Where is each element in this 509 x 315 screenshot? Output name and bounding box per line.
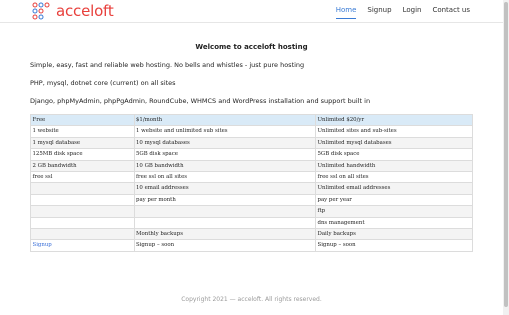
table-cell: 1 mysql database (30, 136, 135, 150)
header-unlimited: Unlimited $20/yr (315, 113, 473, 127)
table-cell: 5GB disk space (315, 148, 473, 161)
table-cell: 10 GB bandwidth (133, 159, 316, 173)
table-cell: free ssl on all sites (133, 171, 316, 184)
table-cell: Signup – soon (315, 239, 473, 252)
table-cell: 2 GB bandwidth (30, 159, 135, 173)
table-cell (30, 205, 135, 218)
table-cell: Unlimited email addresses (315, 182, 473, 195)
main-nav: Home Signup Login Contact us (325, 6, 470, 19)
nav-login[interactable]: Login (403, 6, 422, 19)
table-row: 2 GB bandwidth 10 GB bandwidth Unlimited… (30, 159, 473, 173)
scrollbar-thumb[interactable] (504, 2, 508, 307)
table-cell: Signup – soon (133, 239, 316, 252)
table-cell (30, 216, 135, 230)
nav-signup[interactable]: Signup (367, 6, 391, 19)
table-cell: 10 mysql databases (133, 136, 316, 150)
table-cell: pay per year (315, 193, 473, 207)
table-cell: Unlimited mysql databases (315, 136, 473, 150)
table-row: 10 email addresses Unlimited email addre… (30, 182, 473, 195)
table-cell: 10 email addresses (133, 182, 316, 195)
table-cell (30, 182, 135, 195)
table-cell: 5GB disk space (133, 148, 316, 161)
features-paragraph: PHP, mysql, dotnet core (current) on all… (30, 79, 176, 87)
table-cell: Unlimited handwidth (315, 159, 473, 173)
nav-contact[interactable]: Contact us (432, 6, 470, 19)
table-cell (30, 228, 135, 241)
table-cell (30, 193, 135, 207)
header-free: Free (30, 113, 135, 127)
page-scrollbar[interactable] (503, 0, 509, 315)
table-cell: 1 website and unlimited sub sites (133, 125, 316, 138)
table-row: ftp (30, 205, 473, 218)
table-row: pay per month pay per year (30, 193, 473, 207)
nav-home[interactable]: Home (335, 6, 357, 19)
header-monthly: $1/month (133, 113, 316, 127)
table-row: free ssl free ssl on all sites free ssl … (30, 171, 473, 184)
intro-paragraph: Simple, easy, fast and reliable web host… (30, 61, 305, 69)
table-row: 1 website 1 website and unlimited sub si… (30, 125, 473, 138)
table-cell: Monthly backups (133, 228, 316, 241)
table-cell: Unlimited sites and sub-sites (315, 125, 473, 138)
table-row: Signup Signup – soon Signup – soon (30, 239, 473, 252)
table-cell (133, 205, 316, 218)
signup-link[interactable]: Signup (30, 239, 135, 252)
table-cell: ftp (315, 205, 473, 218)
brand-logo[interactable]: acceloft (31, 2, 114, 20)
table-cell: pay per month (133, 193, 316, 207)
table-cell: 1 website (30, 125, 135, 138)
dots-cluster-logo-icon (32, 2, 50, 20)
table-cell (133, 216, 316, 230)
table-row: Monthly backups Daily backups (30, 228, 473, 241)
table-cell: Daily backups (315, 228, 473, 241)
pricing-table: Free $1/month Unlimited $20/yr 1 website… (30, 113, 473, 252)
brand-name: acceloft (56, 2, 114, 20)
support-paragraph: Django, phpMyAdmin, phpPgAdmin, RoundCub… (30, 97, 371, 105)
table-row: 1 mysql database 10 mysql databases Unli… (30, 136, 473, 150)
table-row: dns management (30, 216, 473, 230)
navbar: acceloft Home Signup Login Contact us (0, 0, 503, 23)
table-row: 125MB disk space 5GB disk space 5GB disk… (30, 148, 473, 161)
table-cell: 125MB disk space (30, 148, 135, 161)
page-title: Welcome to acceloft hosting (195, 43, 308, 51)
footer-copyright: Copyright 2021 — acceloft. All rights re… (181, 296, 322, 303)
table-cell: dns management (315, 216, 473, 230)
table-header-row: Free $1/month Unlimited $20/yr (30, 113, 473, 127)
table-cell: free ssl on all sites (315, 171, 473, 184)
table-cell: free ssl (30, 171, 135, 184)
